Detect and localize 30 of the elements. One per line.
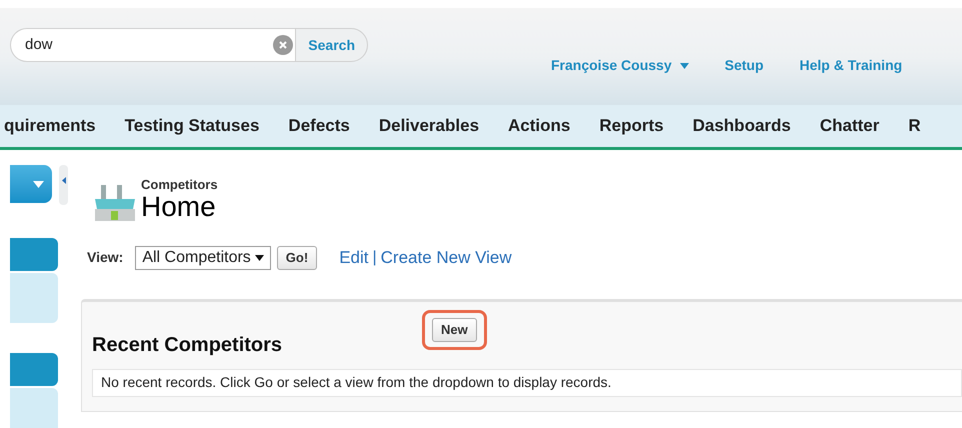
nav-tab[interactable]: Defects [288, 113, 350, 139]
nav-tab[interactable]: quirements [4, 113, 96, 139]
nav-tab[interactable]: Chatter [820, 113, 880, 139]
nav-tab[interactable]: Dashboards [692, 113, 791, 139]
empty-message: No recent records. Click Go or select a view from the dropdown to display records. [101, 373, 612, 392]
clear-icon[interactable] [273, 35, 294, 55]
create-view-link[interactable]: Create New View [380, 245, 512, 270]
object-label: Competitors [141, 178, 218, 191]
collapse-handle[interactable] [59, 165, 68, 205]
section-title: Recent Competitors [92, 332, 284, 358]
view-select[interactable]: All Competitors [135, 246, 271, 270]
go-button[interactable]: Go! [276, 246, 318, 270]
page-title: Home [141, 191, 216, 223]
new-button[interactable]: New [432, 318, 477, 342]
nav-tab[interactable]: Actions [508, 113, 570, 139]
edit-link[interactable]: Edit [339, 245, 368, 270]
nav-tab[interactable]: Testing Statuses [124, 113, 260, 139]
dropdown-button[interactable] [10, 165, 52, 203]
search-field[interactable]: dow [10, 28, 296, 62]
link-separator: | [372, 248, 377, 268]
factory-icon [93, 183, 137, 223]
nav-tab[interactable]: Reports [599, 113, 664, 139]
sidebar-panel [10, 273, 58, 323]
view-label: View: [87, 248, 124, 268]
caret-icon [33, 180, 44, 188]
caret-icon [254, 254, 264, 261]
nav-tab[interactable]: R [908, 113, 921, 139]
caret-icon [680, 62, 689, 68]
nav-tab[interactable]: Deliverables [378, 113, 480, 139]
sidebar-panel [10, 388, 58, 428]
